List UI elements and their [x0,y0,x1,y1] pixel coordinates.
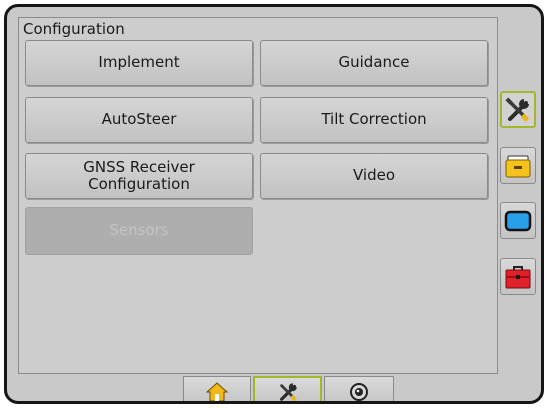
autosteer-button[interactable]: AutoSteer [25,97,253,143]
tools-icon [505,96,529,122]
camera-icon [350,382,368,401]
autosteer-button-label: AutoSteer [101,110,177,129]
tools-icon [279,382,297,401]
bottom-tab-home[interactable] [183,376,251,401]
configuration-panel: Configuration Implement Guidance AutoSte… [18,17,498,374]
video-button-label: Video [352,166,396,185]
display-icon [504,210,532,231]
bottom-tab-camera[interactable] [324,376,394,401]
gnss-button-label: GNSS Receiver Configuration [83,157,195,194]
guidance-button-label: Guidance [338,53,410,72]
bottom-tab-bar [18,376,498,401]
device-frame: Configuration Implement Guidance AutoSte… [4,4,544,404]
side-tab-console[interactable] [500,147,536,184]
bottom-tab-tools[interactable] [253,376,322,401]
home-icon [205,381,229,401]
console-icon [505,155,531,177]
gnss-receiver-configuration-button[interactable]: GNSS Receiver Configuration [25,153,253,199]
implement-button[interactable]: Implement [25,40,253,86]
gnss-button-label-line1: GNSS Receiver [83,157,195,176]
guidance-button[interactable]: Guidance [260,40,488,86]
tilt-correction-button-label: Tilt Correction [321,110,427,129]
video-button[interactable]: Video [260,153,488,199]
panel-title: Configuration [23,20,125,38]
tilt-correction-button[interactable]: Tilt Correction [260,97,488,143]
implement-button-label: Implement [98,53,180,72]
side-tab-toolbox[interactable] [500,258,536,295]
toolbox-icon [505,265,531,288]
gnss-button-label-line2: Configuration [88,175,190,193]
side-tab-display[interactable] [500,202,536,239]
side-tab-tools[interactable] [500,91,536,128]
sensors-button: Sensors [25,207,253,255]
sensors-button-label: Sensors [109,221,169,240]
